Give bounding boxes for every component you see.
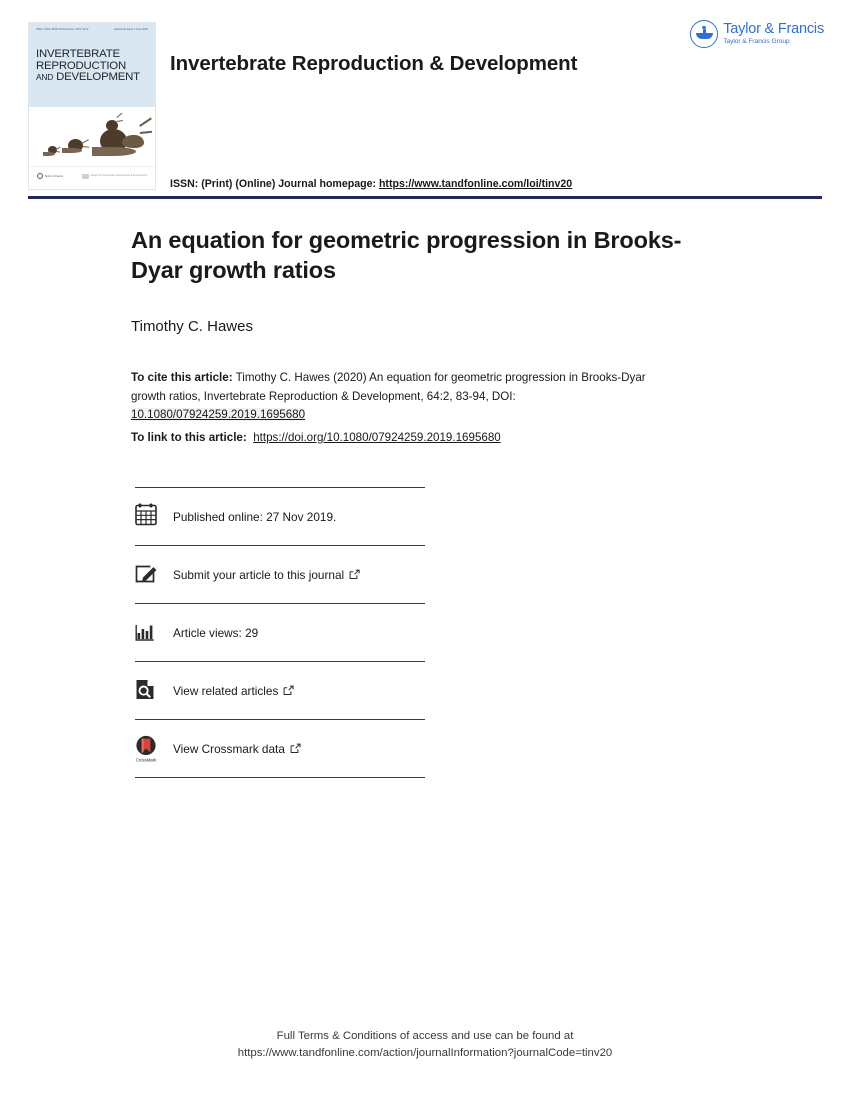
journal-homepage-link[interactable]: https://www.tandfonline.com/loi/tinv20 bbox=[379, 178, 572, 190]
cover-title-line-3: DEVELOPMENT bbox=[56, 71, 140, 84]
calendar-icon bbox=[135, 503, 161, 531]
action-label-text: Article views: 29 bbox=[173, 625, 259, 640]
cover-publisher-text: Taylor & Francis bbox=[44, 174, 64, 178]
crossmark-caption: CrossMark bbox=[136, 757, 158, 762]
bar-chart-icon bbox=[135, 619, 161, 647]
citation-block: To cite this article: Timothy C. Hawes (… bbox=[131, 369, 676, 425]
action-label-text: Submit your article to this journal bbox=[173, 567, 345, 582]
cover-volume-micro-text: Volume 64 Issue 2 June 2020 bbox=[113, 28, 148, 31]
article-actions-list: Published online: 27 Nov 2019. Submit yo… bbox=[135, 487, 425, 778]
cover-society-mark-icon bbox=[81, 174, 89, 179]
crossmark-icon: CrossMark bbox=[135, 734, 161, 764]
action-divider bbox=[135, 777, 425, 778]
action-row-view-crossmark-data[interactable]: CrossMark View Crossmark data bbox=[135, 720, 425, 777]
action-label-text: Published online: 27 Nov 2019. bbox=[173, 509, 337, 524]
action-row-published-online[interactable]: Published online: 27 Nov 2019. bbox=[135, 488, 425, 545]
cover-title-line-3-small: AND bbox=[36, 72, 54, 83]
external-link-icon bbox=[290, 743, 301, 754]
action-label: Article views: 29 bbox=[173, 626, 258, 640]
cover-top-panel: ISSN: 0792-4259 ISSN Online: 2157-0272 V… bbox=[29, 23, 155, 107]
cover-title-line-1: INVERTEBRATE bbox=[36, 48, 120, 60]
journal-title: Invertebrate Reproduction & Development bbox=[170, 52, 578, 75]
page-header: ISSN: 0792-4259 ISSN Online: 2157-0272 V… bbox=[0, 0, 850, 205]
action-row-submit-article[interactable]: Submit your article to this journal bbox=[135, 546, 425, 603]
action-label: View related articles bbox=[173, 684, 294, 698]
action-label-text: View Crossmark data bbox=[173, 741, 285, 756]
article-author: Timothy C. Hawes bbox=[131, 318, 253, 335]
article-link-block: To link to this article: https://doi.org… bbox=[131, 429, 501, 447]
article-doi-url[interactable]: https://doi.org/10.1080/07924259.2019.16… bbox=[253, 431, 501, 444]
snail-medium bbox=[62, 137, 92, 157]
cover-society-logo: Society for Invertebrate Reproduction & … bbox=[81, 174, 147, 179]
footer-terms-line: Full Terms & Conditions of access and us… bbox=[276, 1030, 574, 1042]
cover-journal-title: INVERTEBRATE REPRODUCTION AND DEVELOPMEN… bbox=[36, 48, 148, 84]
action-label-text: View related articles bbox=[173, 683, 279, 698]
cover-bottom-panel: Taylor & Francis Society for Invertebrat… bbox=[29, 166, 155, 189]
cover-title-line-2: REPRODUCTION bbox=[36, 59, 126, 72]
external-link-icon bbox=[283, 685, 294, 696]
action-label: Published online: 27 Nov 2019. bbox=[173, 510, 336, 524]
action-label: Submit your article to this journal bbox=[173, 568, 360, 582]
issn-homepage-line: ISSN: (Print) (Online) Journal homepage:… bbox=[170, 178, 572, 190]
header-divider-rule bbox=[28, 196, 822, 199]
citation-doi-link[interactable]: 10.1080/07924259.2019.1695680 bbox=[131, 408, 306, 421]
action-row-view-related-articles[interactable]: View related articles bbox=[135, 662, 425, 719]
snail-large bbox=[92, 112, 152, 159]
citation-label: To cite this article: bbox=[131, 371, 233, 384]
article-title: An equation for geometric progression in… bbox=[131, 227, 682, 283]
page-footer: Full Terms & Conditions of access and us… bbox=[0, 1028, 850, 1062]
taylor-and-francis-logo[interactable]: Taylor & Francis Taylor & Francis Group bbox=[690, 20, 824, 48]
pencil-square-icon bbox=[135, 561, 161, 589]
action-row-article-views[interactable]: Article views: 29 bbox=[135, 604, 425, 661]
cover-snail-photo bbox=[29, 107, 155, 169]
cover-publisher-mark-icon bbox=[37, 173, 43, 179]
taylor-francis-lamp-icon bbox=[690, 20, 719, 48]
footer-url-line[interactable]: https://www.tandfonline.com/action/journ… bbox=[0, 1045, 850, 1062]
taylor-francis-group: Taylor & Francis Group bbox=[723, 38, 790, 45]
issn-prefix: ISSN: (Print) (Online) Journal homepage: bbox=[170, 178, 376, 190]
cover-issn-micro-text: ISSN: 0792-4259 ISSN Online: 2157-0272 bbox=[36, 28, 89, 31]
cover-society-text: Society for Invertebrate Reproduction & … bbox=[90, 174, 147, 178]
article-link-label: To link to this article: bbox=[131, 431, 247, 444]
taylor-francis-wordmark: Taylor & Francis Taylor & Francis Group bbox=[723, 22, 824, 46]
taylor-francis-name: Taylor & Francis bbox=[723, 21, 824, 37]
external-link-icon bbox=[349, 569, 360, 580]
document-search-icon bbox=[135, 677, 161, 705]
journal-cover-thumbnail[interactable]: ISSN: 0792-4259 ISSN Online: 2157-0272 V… bbox=[28, 22, 156, 190]
snail-small bbox=[43, 145, 63, 157]
action-label: View Crossmark data bbox=[173, 742, 301, 756]
cover-publisher-logo: Taylor & Francis bbox=[37, 173, 63, 179]
